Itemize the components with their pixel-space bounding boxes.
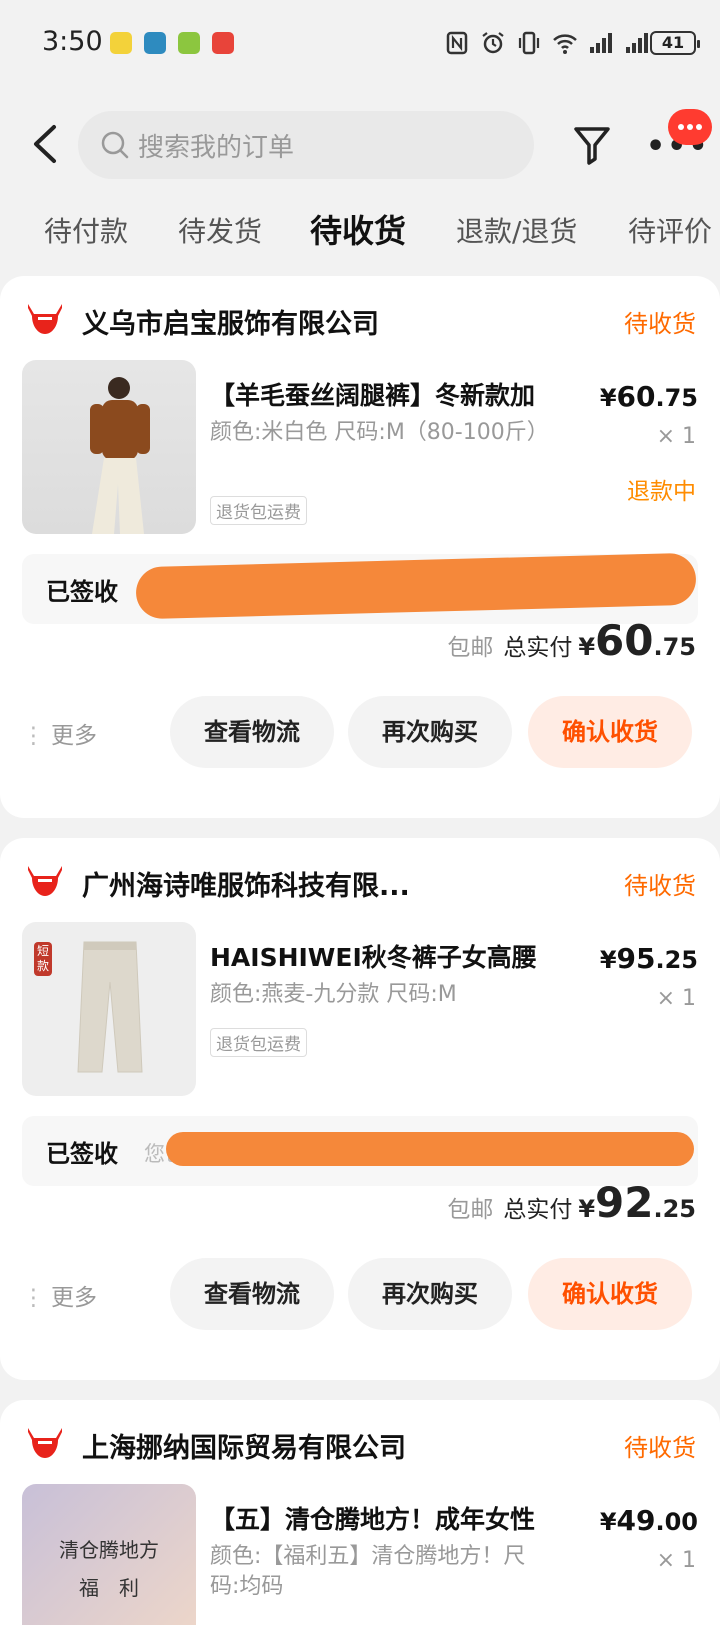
shop-name[interactable]: 义乌市启宝服饰有限公司 (82, 302, 379, 341)
tmall-logo-icon (28, 304, 62, 334)
redaction-mark (166, 1132, 694, 1166)
alarm-icon (482, 32, 504, 54)
view-logistics-button[interactable]: 查看物流 (170, 1258, 334, 1330)
signal-icon (626, 33, 648, 53)
notification-icons (110, 32, 234, 54)
return-shipping-tag: 退货包运费 (210, 496, 307, 525)
battery-indicator: 41 (650, 31, 700, 55)
product-spec: 颜色:燕麦-九分款 尺码:M (210, 982, 457, 1007)
tmall-logo-icon (28, 1428, 62, 1458)
app-notification-icon (178, 32, 200, 54)
tmall-logo-icon (28, 866, 62, 896)
total-integer: 60 (595, 616, 654, 665)
status-bar: 3:50 41 (0, 0, 720, 90)
app-notification-icon (144, 32, 166, 54)
return-shipping-tag: 退货包运费 (210, 1028, 307, 1057)
vibrate-icon (518, 31, 540, 55)
product-image[interactable]: 短款 (22, 922, 196, 1096)
confirm-receipt-button[interactable]: 确认收货 (528, 1258, 692, 1330)
tab-pending-shipment[interactable]: 待发货 (178, 210, 262, 250)
app-notification-icon (212, 32, 234, 54)
product-price: ¥60.75 (599, 380, 698, 413)
total-integer: 92 (595, 1178, 654, 1227)
order-status: 待收货 (624, 1434, 696, 1462)
product-quantity: × 1 (656, 424, 696, 449)
short-style-badge: 短款 (34, 942, 52, 976)
free-shipping-label: 包邮 (447, 1197, 494, 1223)
product-photo-icon (90, 377, 150, 534)
order-total: 包邮 总实付 ¥ 92 .25 (447, 1178, 696, 1227)
shop-name[interactable]: 广州海诗唯服饰科技有限... (82, 864, 410, 903)
product-image[interactable] (22, 360, 196, 534)
product-spec: 颜色:米白色 尺码:M（80-100斤） (210, 420, 549, 445)
price-decimal: .75 (655, 384, 698, 412)
order-tabs: 待付款 待发货 待收货 退款/退货 待评价 (0, 200, 720, 260)
back-arrow-icon[interactable] (26, 119, 66, 169)
currency-symbol: ¥ (578, 633, 596, 661)
top-navigation: 搜索我的订单 ••• (0, 105, 720, 185)
refund-status[interactable]: 退款中 (627, 472, 696, 506)
order-card[interactable]: 广州海诗唯服饰科技有限... 待收货 短款 HAISHIWEI秋冬裤子女高腰 颜… (0, 838, 720, 1380)
total-decimal: .25 (653, 1195, 696, 1223)
product-quantity: × 1 (656, 986, 696, 1011)
order-total: 包邮 总实付 ¥ 60 .75 (447, 616, 696, 665)
product-title[interactable]: 【羊毛蚕丝阔腿裤】冬新款加 (210, 376, 580, 412)
total-paid-label: 总实付 (503, 635, 573, 661)
message-badge[interactable] (668, 109, 712, 145)
buy-again-button[interactable]: 再次购买 (348, 696, 512, 768)
search-placeholder: 搜索我的订单 (138, 132, 295, 163)
price-decimal: .00 (655, 1508, 698, 1536)
logistics-label: 已签收 (46, 578, 118, 606)
product-quantity: × 1 (656, 1548, 696, 1573)
logistics-label: 已签收 (46, 1140, 118, 1168)
total-paid-label: 总实付 (503, 1197, 573, 1223)
status-time: 3:50 (42, 26, 103, 57)
product-image-text: 福 利 (79, 1576, 139, 1600)
logistics-info[interactable]: 已签收 您已在 (22, 1116, 698, 1186)
wifi-icon (553, 34, 577, 54)
order-status: 待收货 (624, 310, 696, 338)
currency-symbol: ¥ (578, 1195, 596, 1223)
product-spec: 颜色:【福利五】清仓腾地方！尺码:均码 (210, 1544, 526, 1599)
order-card[interactable]: 上海挪纳国际贸易有限公司 待收货 清仓腾地方 福 利 【五】清仓腾地方！成年女性… (0, 1400, 720, 1625)
system-icons (444, 30, 650, 56)
order-card[interactable]: 义乌市启宝服饰有限公司 待收货 【羊毛蚕丝阔腿裤】冬新款加 颜色:米白色 尺码:… (0, 276, 720, 818)
price-decimal: .25 (655, 946, 698, 974)
price-integer: 60 (616, 380, 656, 413)
more-actions-link[interactable]: 更多 (22, 716, 97, 750)
product-title[interactable]: 【五】清仓腾地方！成年女性 (210, 1500, 580, 1536)
tab-refund-return[interactable]: 退款/退货 (456, 210, 577, 250)
search-input[interactable]: 搜索我的订单 (78, 111, 534, 179)
nfc-icon (446, 31, 468, 55)
app-notification-icon (110, 32, 132, 54)
product-image-text: 清仓腾地方 (59, 1538, 159, 1562)
product-price: ¥95.25 (599, 942, 698, 975)
product-title[interactable]: HAISHIWEI秋冬裤子女高腰 (210, 938, 580, 974)
confirm-receipt-button[interactable]: 确认收货 (528, 696, 692, 768)
order-status: 待收货 (624, 872, 696, 900)
price-integer: 49 (616, 1504, 656, 1537)
redaction-mark (135, 552, 697, 620)
product-price: ¥49.00 (599, 1504, 698, 1537)
search-icon (101, 131, 129, 159)
product-image[interactable]: 清仓腾地方 福 利 (22, 1484, 196, 1625)
tab-pending-review[interactable]: 待评价 (628, 210, 712, 250)
free-shipping-label: 包邮 (447, 635, 494, 661)
tab-pending-payment[interactable]: 待付款 (44, 210, 128, 250)
more-actions-link[interactable]: 更多 (22, 1278, 97, 1312)
signal-icon (590, 33, 612, 53)
logistics-info[interactable]: 已签收 您已 (22, 552, 698, 624)
tab-pending-receipt[interactable]: 待收货 (310, 206, 406, 252)
buy-again-button[interactable]: 再次购买 (348, 1258, 512, 1330)
price-integer: 95 (616, 942, 656, 975)
view-logistics-button[interactable]: 查看物流 (170, 696, 334, 768)
filter-icon[interactable] (572, 123, 612, 167)
shop-name[interactable]: 上海挪纳国际贸易有限公司 (82, 1426, 406, 1465)
total-decimal: .75 (653, 633, 696, 661)
